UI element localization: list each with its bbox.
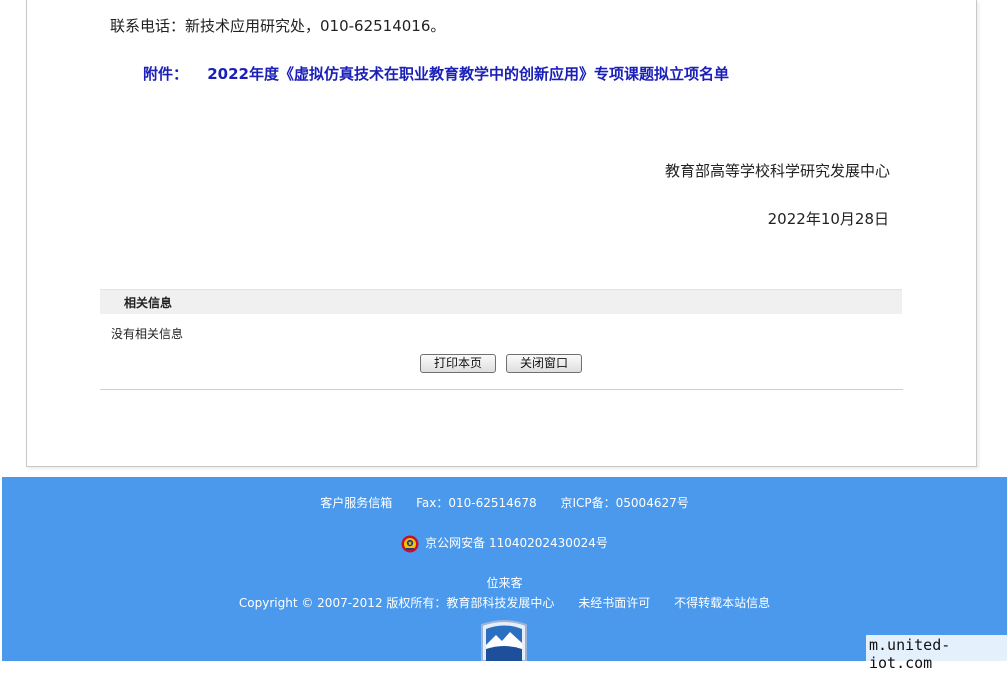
watermark-text: m.united-iot.com	[866, 635, 1007, 673]
attachment-label: 附件：	[143, 65, 189, 83]
related-info-title: 相关信息	[124, 296, 173, 310]
issuing-organization: 教育部高等学校科学研究发展中心	[664, 162, 890, 180]
attachment-link[interactable]: 2022年度《虚拟仿真技术在职业教育教学中的创新应用》专项课题拟立项名单	[207, 65, 729, 83]
contact-phone-text: 联系电话：新技术应用研究处，010-62514016。	[110, 17, 446, 35]
footer-police-row: 京公网安备 11040202430024号	[2, 534, 1007, 553]
footer-copyright-row: Copyright © 2007-2012 版权所有：教育部科技发展中心 未经书…	[2, 594, 1007, 611]
footer-no-permission: 未经书面许可	[578, 596, 651, 610]
police-badge-icon	[401, 535, 419, 552]
divider	[100, 389, 903, 390]
attachment-line: 附件： 2022年度《虚拟仿真技术在职业教育教学中的创新应用》专项课题拟立项名单	[143, 63, 729, 84]
footer-fax: Fax：010-62514678	[416, 496, 537, 510]
footer-mailbox-link[interactable]: 客户服务信箱	[320, 496, 392, 510]
footer-copyright: Copyright © 2007-2012 版权所有：教育部科技发展中心	[238, 596, 555, 610]
site-footer: 客户服务信箱 Fax：010-62514678 京ICP备：05004627号 …	[2, 477, 1007, 661]
footer-icp[interactable]: 京ICP备：05004627号	[561, 496, 689, 510]
footer-no-reprint: 不得转载本站信息	[674, 596, 771, 610]
footer-visitors: 位来客	[486, 576, 523, 590]
footer-police-record[interactable]: 京公网安备 11040202430024号	[425, 536, 608, 550]
issue-date: 2022年10月28日	[767, 210, 889, 228]
print-page-button[interactable]: 打印本页	[420, 354, 496, 373]
close-window-button[interactable]: 关闭窗口	[506, 354, 582, 373]
site-logo-icon	[481, 620, 527, 661]
related-info-header: 相关信息	[100, 289, 902, 314]
related-info-empty: 没有相关信息	[111, 327, 184, 341]
footer-contact-row: 客户服务信箱 Fax：010-62514678 京ICP备：05004627号	[2, 494, 1007, 511]
